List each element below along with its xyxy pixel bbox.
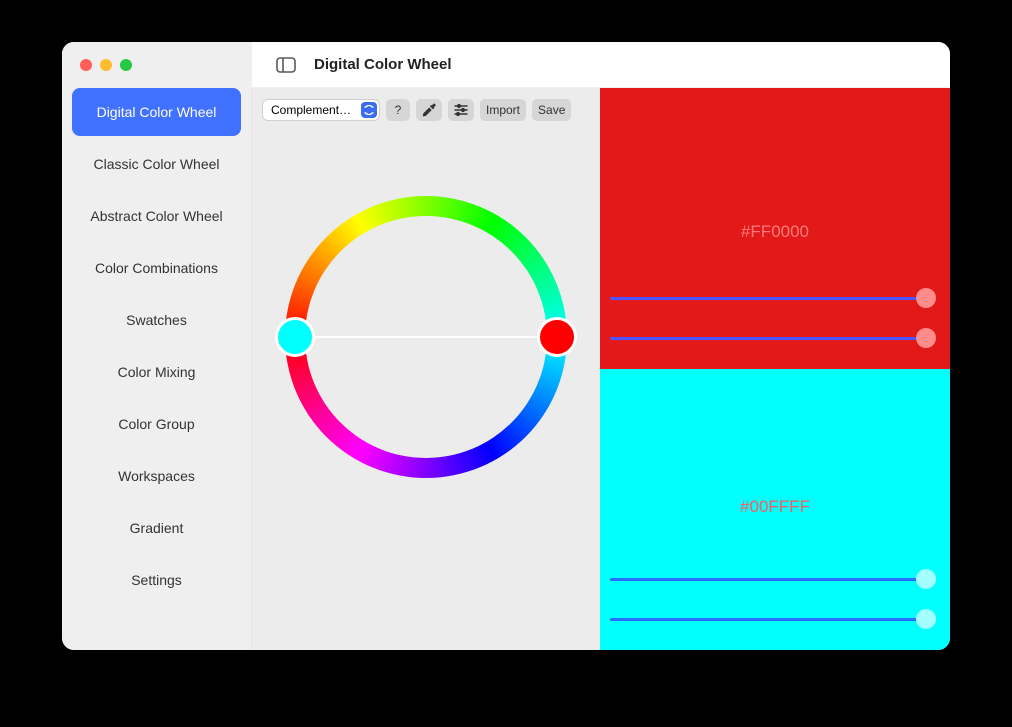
sidebar-item-label: Abstract Color Wheel	[90, 208, 222, 224]
panel-2-slider-1[interactable]	[610, 568, 930, 590]
window-body: Digital Color Wheel Classic Color Wheel …	[62, 88, 950, 650]
fullscreen-window-button[interactable]	[120, 59, 132, 71]
scheme-select[interactable]: Complement…	[262, 99, 380, 121]
sidebar-item-label: Settings	[131, 572, 182, 588]
hex-code-label[interactable]: #00FFFF	[600, 497, 950, 517]
wheel-panel: Complement… ?	[252, 88, 600, 650]
window-title: Digital Color Wheel	[314, 56, 452, 73]
sidebar-icon	[276, 57, 296, 73]
sidebar-item-color-group[interactable]: Color Group	[72, 400, 241, 448]
color-wheel-connector-line	[295, 336, 557, 338]
main-content: Complement… ?	[252, 88, 950, 650]
chevron-down-icon	[361, 102, 377, 118]
sliders-icon	[454, 103, 468, 117]
sidebar-item-gradient[interactable]: Gradient	[72, 504, 241, 552]
slider-thumb[interactable]	[916, 569, 936, 589]
sidebar-item-swatches[interactable]: Swatches	[72, 296, 241, 344]
sidebar-item-label: Workspaces	[118, 468, 195, 484]
color-node-cyan[interactable]	[275, 317, 315, 357]
window-traffic-lights	[62, 42, 252, 88]
app-window: Digital Color Wheel Digital Color Wheel …	[62, 42, 950, 650]
save-label: Save	[538, 103, 565, 117]
import-button[interactable]: Import	[480, 99, 526, 121]
save-button[interactable]: Save	[532, 99, 571, 121]
sidebar-item-classic-color-wheel[interactable]: Classic Color Wheel	[72, 140, 241, 188]
sidebar-item-workspaces[interactable]: Workspaces	[72, 452, 241, 500]
sidebar-item-label: Digital Color Wheel	[97, 104, 217, 120]
sidebar-item-label: Swatches	[126, 312, 187, 328]
eyedropper-button[interactable]	[416, 99, 442, 121]
sidebar-item-label: Color Mixing	[118, 364, 196, 380]
sidebar: Digital Color Wheel Classic Color Wheel …	[62, 88, 252, 650]
sidebar-item-label: Classic Color Wheel	[93, 156, 219, 172]
slider-track	[610, 337, 930, 340]
hex-code-label[interactable]: #FF0000	[600, 222, 950, 242]
eyedropper-icon	[422, 103, 436, 117]
slider-track	[610, 578, 930, 581]
slider-track	[610, 297, 930, 300]
color-panels: #FF0000 #00FFFF	[600, 88, 950, 650]
sidebar-toggle-button[interactable]	[276, 57, 296, 73]
close-window-button[interactable]	[80, 59, 92, 71]
panel-2-sliders	[610, 550, 938, 630]
wheel-toolbar: Complement… ?	[262, 96, 590, 124]
color-node-red[interactable]	[537, 317, 577, 357]
minimize-window-button[interactable]	[100, 59, 112, 71]
color-panel-1: #FF0000	[600, 88, 950, 369]
sidebar-item-label: Color Combinations	[95, 260, 218, 276]
import-label: Import	[486, 103, 520, 117]
sidebar-item-label: Gradient	[130, 520, 184, 536]
scheme-select-label: Complement…	[271, 103, 357, 117]
slider-track	[610, 618, 930, 621]
adjustments-button[interactable]	[448, 99, 474, 121]
color-wheel[interactable]	[285, 196, 567, 478]
sidebar-item-label: Color Group	[118, 416, 194, 432]
slider-thumb[interactable]	[916, 609, 936, 629]
sidebar-item-digital-color-wheel[interactable]: Digital Color Wheel	[72, 88, 241, 136]
slider-thumb[interactable]	[916, 288, 936, 308]
slider-thumb[interactable]	[916, 328, 936, 348]
panel-2-slider-2[interactable]	[610, 608, 930, 630]
panel-1-sliders	[610, 269, 938, 349]
sidebar-item-abstract-color-wheel[interactable]: Abstract Color Wheel	[72, 192, 241, 240]
help-button[interactable]: ?	[386, 99, 410, 121]
panel-1-slider-2[interactable]	[610, 327, 930, 349]
sidebar-item-color-mixing[interactable]: Color Mixing	[72, 348, 241, 396]
panel-1-slider-1[interactable]	[610, 287, 930, 309]
sidebar-item-color-combinations[interactable]: Color Combinations	[72, 244, 241, 292]
sidebar-item-settings[interactable]: Settings	[72, 556, 241, 604]
help-label: ?	[395, 103, 402, 117]
color-panel-2: #00FFFF	[600, 369, 950, 650]
